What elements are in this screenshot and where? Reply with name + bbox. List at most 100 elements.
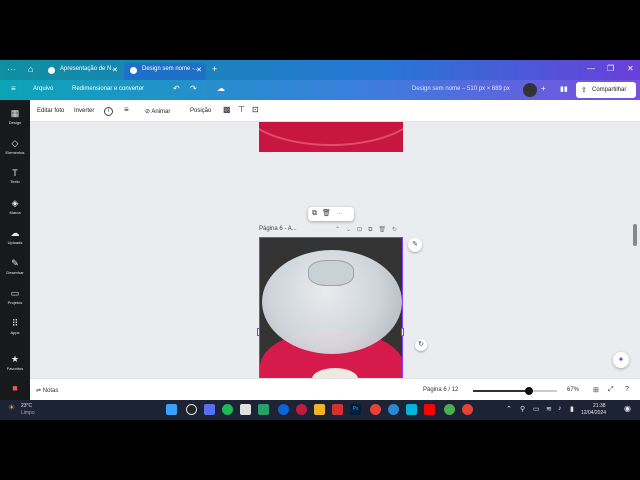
resize-handle-left[interactable] — [257, 328, 260, 336]
grid-view-icon[interactable]: ⊞ — [593, 386, 599, 394]
star-icon: ★ — [10, 354, 20, 364]
sidebar-item-brand[interactable]: ◈ Marca — [0, 198, 30, 215]
resize-handle-right[interactable] — [401, 328, 404, 336]
text-icon: T — [12, 168, 18, 178]
position-button[interactable]: Posição — [190, 108, 211, 114]
weather-temp[interactable]: 23°C — [21, 403, 32, 409]
transparency-icon[interactable]: ▩ — [223, 105, 231, 114]
sidebar-extra-app-icon[interactable]: ■ — [0, 383, 30, 393]
sidebar-item-elements[interactable]: ◇ Elementos — [0, 138, 30, 155]
sidebar-item-apps[interactable]: ⠿ Apps — [0, 318, 30, 335]
sidebar-item-uploads[interactable]: ☁ Uploads — [0, 228, 30, 245]
spotify-icon[interactable] — [222, 404, 233, 415]
help-icon[interactable]: ? — [625, 386, 629, 393]
cover-handle — [308, 260, 354, 286]
close-tab-icon[interactable]: ✕ — [112, 66, 118, 74]
upload-icon: ⇪ — [581, 87, 587, 94]
usb-icon[interactable]: ⚲ — [520, 405, 525, 413]
tray-chevron-icon[interactable]: ⌃ — [506, 405, 512, 413]
page-5-thumbnail[interactable] — [259, 122, 403, 152]
fullscreen-icon[interactable]: ⤢ — [608, 386, 614, 394]
page-tools[interactable]: ⌃⌄⊡⧉🗑↻ — [335, 226, 403, 234]
monitor-icon[interactable]: ▭ — [533, 405, 540, 413]
sidebar-item-text[interactable]: T Texto — [0, 168, 30, 184]
add-collaborator-button[interactable]: + — [541, 84, 546, 93]
comment-icon[interactable]: ✎ — [408, 238, 422, 252]
chrome-alt-icon[interactable] — [444, 404, 455, 415]
maximize-button[interactable]: ❐ — [607, 64, 614, 73]
design-title[interactable]: Design sem nome – 510 px × 689 px — [412, 86, 510, 92]
download-app-icon[interactable] — [258, 404, 269, 415]
volume-icon[interactable]: ♪ — [558, 405, 562, 412]
hamburger-icon[interactable]: ≡ — [11, 84, 16, 93]
editor-header: ≡ Arquivo Redimensionar e converter ↶ ↷ … — [0, 80, 640, 100]
info-icon[interactable]: i — [104, 107, 113, 116]
brand-icon: ◈ — [11, 198, 19, 208]
element-context-menu[interactable]: ⧉🗑⋯ — [308, 207, 354, 221]
home-icon[interactable]: ⌂ — [28, 64, 33, 74]
browser-icon[interactable] — [388, 404, 399, 415]
start-icon[interactable] — [166, 404, 177, 415]
left-sidebar: ▦ Design ◇ Elementos T Texto ◈ Marca ☁ Upload… — [0, 100, 30, 400]
lock-icon[interactable]: ⊡ — [252, 105, 259, 114]
notes-button[interactable]: ⇌ Notas — [36, 387, 58, 394]
os-taskbar: ☀ 23°C Limpo Ps ⌃ ⚲ ▭ ≋ ♪ ▮ 21:38 12/04/… — [0, 400, 640, 420]
sidebar-item-favorites[interactable]: ★ Favoritos — [0, 354, 30, 371]
tab-actions-icon[interactable]: ⋯ — [7, 64, 16, 75]
folder-icon[interactable] — [314, 404, 325, 415]
stats-icon[interactable]: ▮▮ — [560, 85, 568, 93]
close-tab-icon[interactable]: ✕ — [196, 66, 202, 74]
redo-icon[interactable]: ↷ — [190, 84, 197, 93]
rotate-icon[interactable]: ↻ — [415, 339, 427, 351]
clock-time[interactable]: 21:38 — [593, 403, 606, 409]
flip-button[interactable]: Inverter — [74, 108, 94, 114]
browser-tab-bar: ⋯ ⌂ Apresentação de N... ✕ Design sem no… — [0, 60, 640, 80]
app-grid-icon[interactable] — [240, 404, 251, 415]
close-window-button[interactable]: ✕ — [627, 64, 634, 73]
animate-button[interactable]: ⊘ Animar — [145, 108, 170, 115]
cloud-save-icon: ☁ — [217, 84, 225, 93]
battery-icon[interactable]: ▮ — [570, 405, 574, 413]
pdf-icon[interactable] — [332, 404, 343, 415]
design-icon: ▦ — [10, 108, 20, 118]
sidebar-item-design[interactable]: ▦ Design — [0, 108, 30, 125]
resize-button[interactable]: Redimensionar e converter — [72, 86, 144, 92]
tab-apresentacao[interactable]: Apresentação de N... ✕ — [42, 63, 122, 80]
clock-date[interactable]: 12/04/2024 — [581, 410, 606, 416]
youtube-icon[interactable] — [424, 404, 435, 415]
search-icon[interactable] — [186, 404, 197, 415]
chrome-profile-icon[interactable] — [296, 404, 307, 415]
border-style-icon[interactable]: ≡ — [124, 105, 129, 114]
editor-footer: ⇌ Notas Página 6 / 12 67% ⊞ ⤢ ? — [30, 378, 640, 400]
copy-icon[interactable]: ⧉ — [312, 210, 322, 217]
chrome-user-icon[interactable] — [462, 404, 473, 415]
more-icon[interactable]: ⋯ — [336, 210, 348, 217]
new-tab-button[interactable]: + — [212, 64, 217, 74]
notifications-icon[interactable]: ◉ — [624, 404, 631, 413]
edit-photo-button[interactable]: Editar foto — [37, 108, 64, 114]
trash-icon[interactable]: 🗑 — [322, 210, 336, 217]
sidebar-item-draw[interactable]: ✎ Desenhar — [0, 258, 30, 275]
meet-icon[interactable] — [204, 404, 215, 415]
sidebar-item-projects[interactable]: ▭ Projetos — [0, 288, 30, 305]
zoom-level[interactable]: 67% — [567, 387, 579, 393]
undo-icon[interactable]: ↶ — [173, 84, 180, 93]
wifi-icon[interactable]: ≋ — [546, 405, 552, 413]
paint-roller-icon[interactable]: ⊤ — [238, 105, 245, 114]
magic-assistant-icon[interactable]: ✦ — [613, 352, 629, 368]
photoshop-icon[interactable]: Ps — [350, 404, 361, 415]
zoom-slider-knob[interactable] — [525, 387, 534, 395]
zoom-slider-fill — [473, 390, 530, 392]
zoom-slider[interactable] — [473, 387, 557, 395]
share-button[interactable]: ⇪ Compartilhar — [576, 82, 636, 98]
chrome-icon[interactable] — [370, 404, 381, 415]
canva-taskbar-icon[interactable] — [406, 404, 417, 415]
edge-icon[interactable] — [278, 404, 289, 415]
page-indicator[interactable]: Página 6 / 12 — [423, 387, 458, 393]
vertical-scrollbar[interactable] — [633, 224, 637, 246]
page-label[interactable]: Página 6 - A... — [259, 226, 297, 232]
file-menu[interactable]: Arquivo — [33, 86, 53, 92]
minimize-button[interactable]: — — [587, 64, 595, 73]
tab-design[interactable]: Design sem nome -... ✕ — [124, 63, 206, 80]
avatar[interactable] — [523, 83, 537, 97]
